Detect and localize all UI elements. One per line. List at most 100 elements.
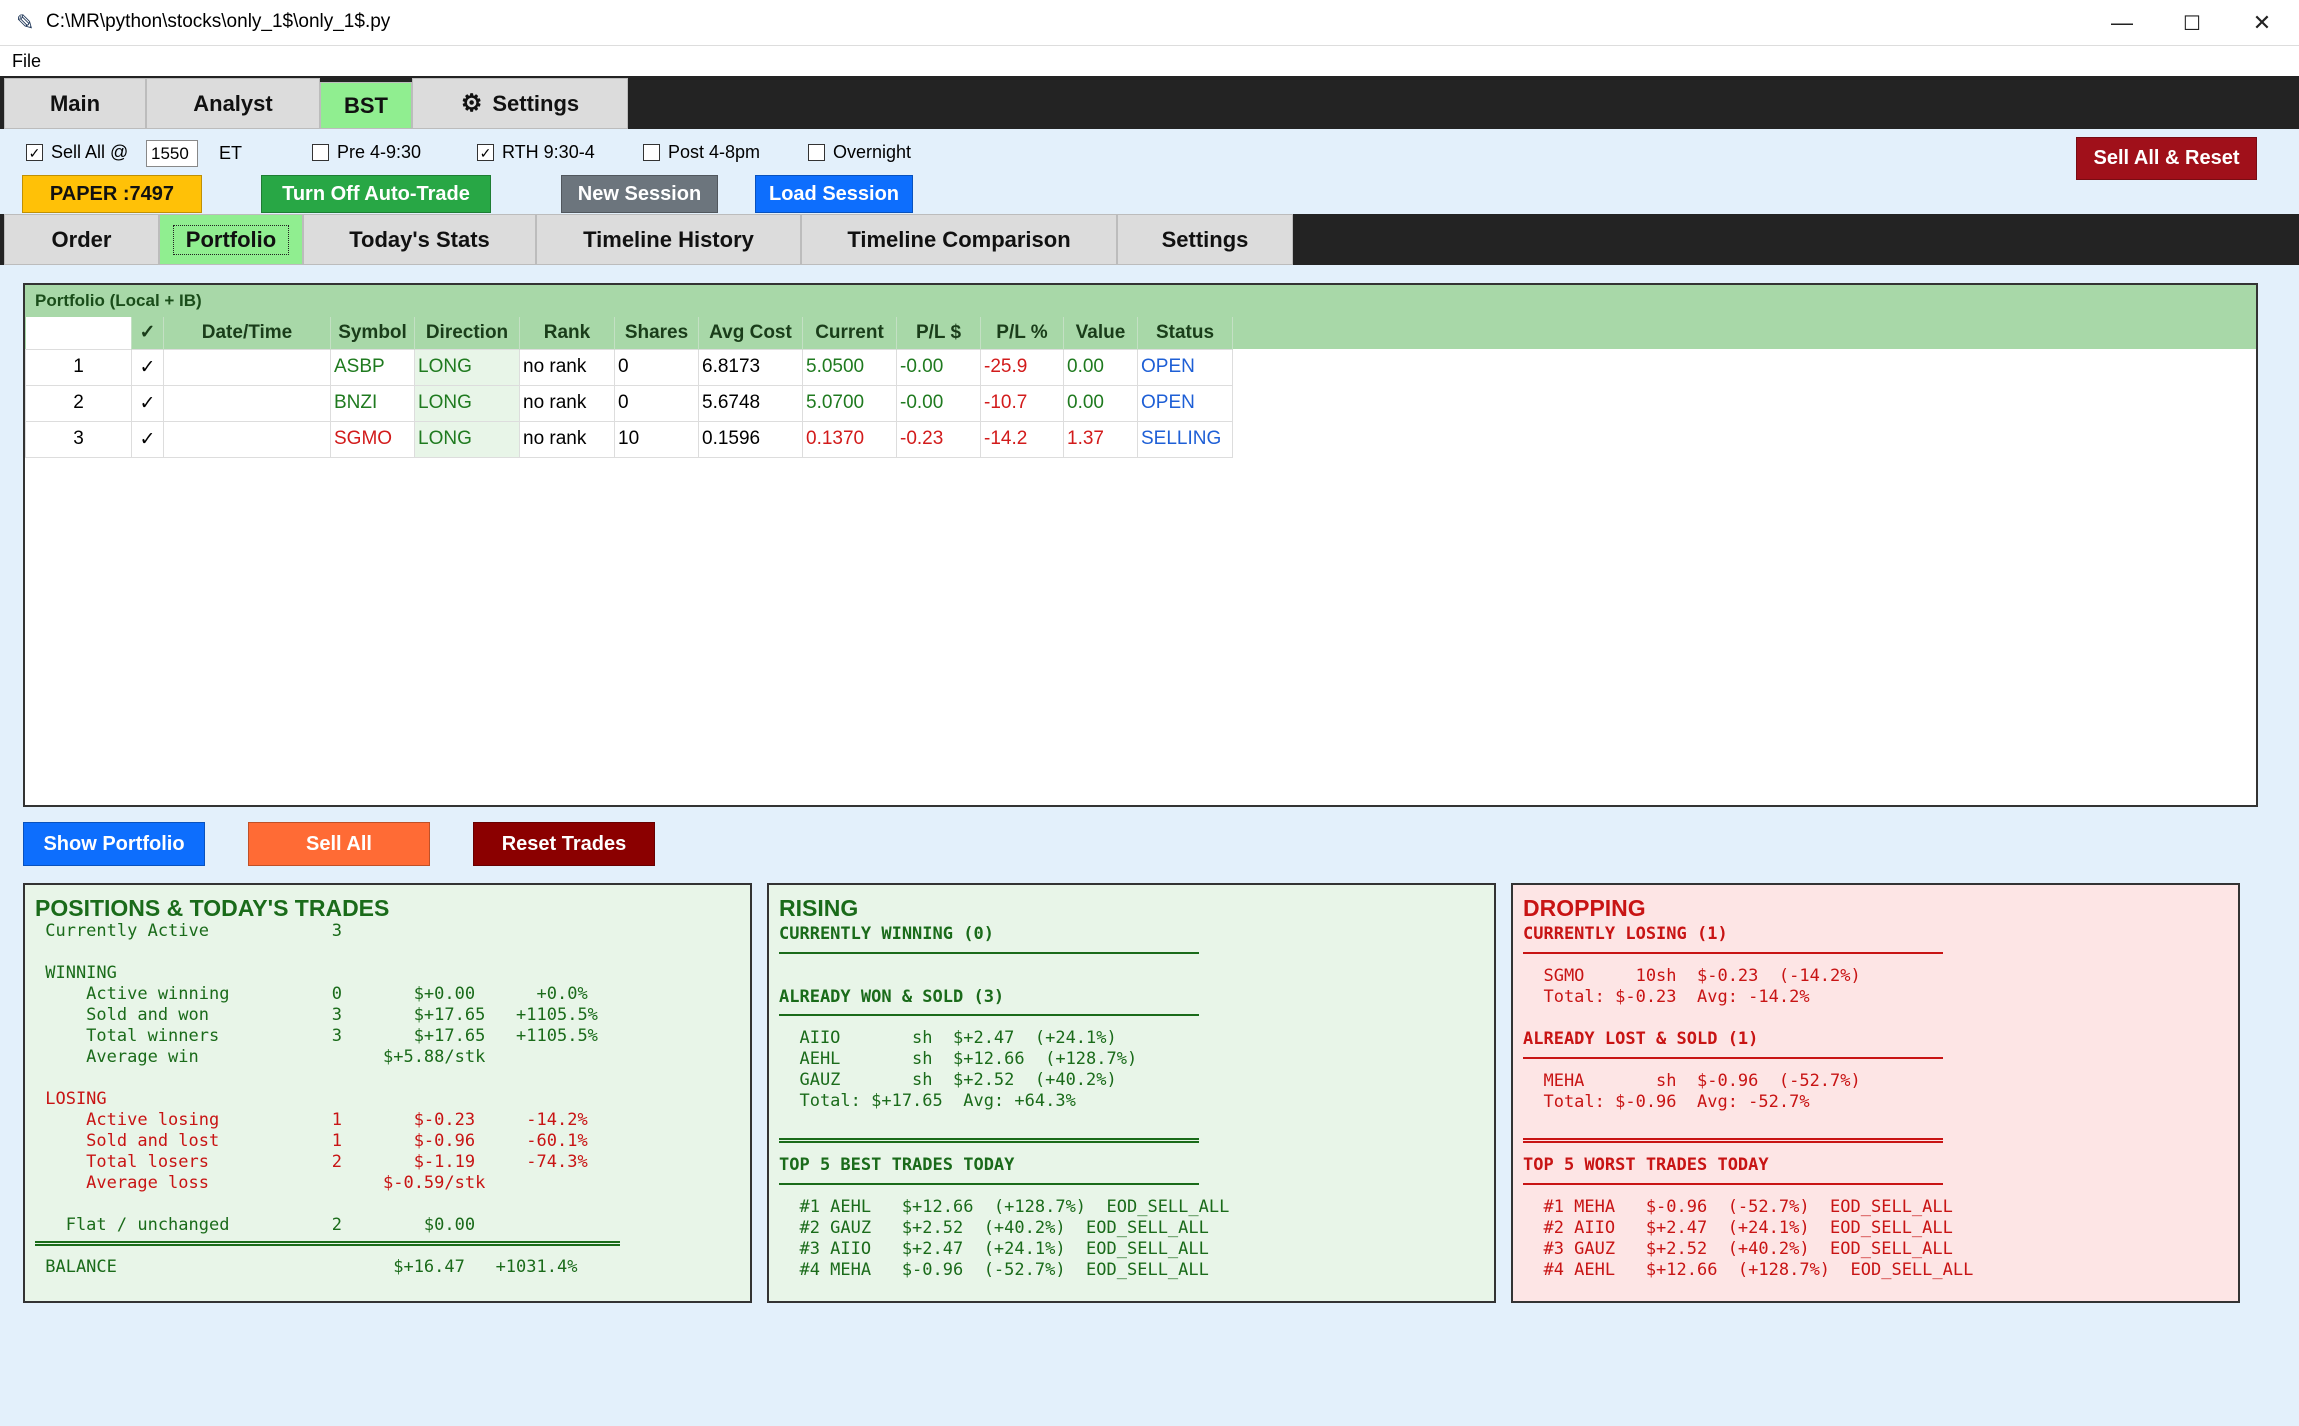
divider — [779, 1183, 1199, 1185]
text-line: #3 AIIO $+2.47 (+24.1%) EOD_SELL_ALL — [779, 1239, 1209, 1259]
text-line: SGMO 10sh $-0.23 (-14.2%) — [1523, 966, 1861, 986]
tab-main[interactable]: Main — [4, 78, 146, 129]
title-bar: ✎ C:\MR\python\stocks\only_1$\only_1$.py… — [0, 0, 2299, 46]
text-line: Active winning 0 $+0.00 +0.0% — [35, 984, 588, 1004]
tab-bst[interactable]: BST — [320, 82, 412, 129]
pre-market-label: Pre 4-9:30 — [337, 142, 422, 162]
row-value: 0.00 — [1063, 384, 1138, 422]
currently-winning-heading: CURRENTLY WINNING (0) — [779, 924, 994, 944]
post-market-label: Post 4-8pm — [668, 142, 761, 162]
column-header-symbol[interactable]: Symbol — [330, 317, 415, 349]
sell-all-reset-button[interactable]: Sell All & Reset — [2076, 137, 2257, 180]
sell-all-checkbox[interactable]: ✓ Sell All @ — [26, 142, 128, 163]
row-direction: LONG — [414, 420, 520, 458]
sell-all-button[interactable]: Sell All — [248, 822, 430, 866]
paper-account-button[interactable]: PAPER :7497 — [22, 175, 202, 213]
close-button[interactable]: ✕ — [2227, 0, 2297, 46]
text-line: #2 AIIO $+2.47 (+24.1%) EOD_SELL_ALL — [1523, 1218, 1953, 1238]
text-line: Sold and lost 1 $-0.96 -60.1% — [35, 1131, 588, 1151]
text-line: #3 GAUZ $+2.52 (+40.2%) EOD_SELL_ALL — [1523, 1239, 1953, 1259]
checkbox-checked-icon: ✓ — [26, 144, 43, 161]
row-avg-cost: 6.8173 — [698, 348, 803, 386]
dropping-title: DROPPING — [1523, 895, 1646, 921]
tab-todays-stats[interactable]: Today's Stats — [303, 214, 536, 265]
column-header-shares[interactable]: Shares — [614, 317, 699, 349]
tab-portfolio-label: Portfolio — [172, 224, 290, 255]
tab-timeline-history[interactable]: Timeline History — [536, 214, 801, 265]
column-header-pl-percent[interactable]: P/L % — [980, 317, 1064, 349]
show-portfolio-button[interactable]: Show Portfolio — [23, 822, 205, 866]
load-session-button[interactable]: Load Session — [755, 175, 913, 213]
text-line: GAUZ sh $+2.52 (+40.2%) — [779, 1070, 1117, 1090]
row-pl-percent: -14.2 — [980, 420, 1064, 458]
column-header-datetime[interactable]: Date/Time — [163, 317, 331, 349]
row-check[interactable]: ✓ — [131, 348, 164, 386]
rth-checkbox[interactable]: ✓ RTH 9:30-4 — [477, 142, 595, 163]
row-check[interactable]: ✓ — [131, 384, 164, 422]
column-header-value[interactable]: Value — [1063, 317, 1138, 349]
checkbox-empty-icon — [643, 144, 660, 161]
row-status: SELLING — [1137, 420, 1233, 458]
overnight-checkbox[interactable]: Overnight — [808, 142, 911, 163]
portfolio-title: Portfolio (Local + IB) — [35, 291, 202, 310]
row-shares: 10 — [614, 420, 699, 458]
reset-trades-button[interactable]: Reset Trades — [473, 822, 655, 866]
sell-all-time-input[interactable] — [146, 140, 198, 167]
row-current: 0.1370 — [802, 420, 897, 458]
row-pl-percent: -10.7 — [980, 384, 1064, 422]
text-line: Average loss $-0.59/stk — [35, 1173, 486, 1193]
rth-label: RTH 9:30-4 — [502, 142, 595, 162]
row-pl-percent: -25.9 — [980, 348, 1064, 386]
divider — [779, 1014, 1199, 1016]
post-market-checkbox[interactable]: Post 4-8pm — [643, 142, 760, 163]
row-index: 1 — [25, 348, 132, 386]
tab-analyst[interactable]: Analyst — [146, 78, 320, 129]
table-header-row: ✓ Date/Time Symbol Direction Rank Shares… — [25, 317, 1233, 349]
divider — [1523, 1057, 1943, 1059]
table-row[interactable]: 3 ✓ SGMO LONG no rank 10 0.1596 0.1370 -… — [25, 420, 1233, 458]
column-header-current[interactable]: Current — [802, 317, 897, 349]
text-line: #2 GAUZ $+2.52 (+40.2%) EOD_SELL_ALL — [779, 1218, 1209, 1238]
row-datetime — [163, 420, 331, 458]
tab-order[interactable]: Order — [4, 214, 159, 265]
row-symbol: BNZI — [330, 384, 415, 422]
tab-settings[interactable]: ⚙ Settings — [412, 78, 628, 129]
row-datetime — [163, 384, 331, 422]
row-rank: no rank — [519, 420, 615, 458]
sell-all-label: Sell All @ — [51, 142, 129, 162]
column-header-direction[interactable]: Direction — [414, 317, 520, 349]
new-session-button[interactable]: New Session — [561, 175, 718, 213]
tab-timeline-comparison[interactable]: Timeline Comparison — [801, 214, 1117, 265]
tab-settings-label: Settings — [492, 90, 580, 116]
row-check[interactable]: ✓ — [131, 420, 164, 458]
divider — [1523, 952, 1943, 954]
minimize-button[interactable]: — — [2087, 0, 2157, 46]
row-datetime — [163, 348, 331, 386]
pre-market-checkbox[interactable]: Pre 4-9:30 — [312, 142, 421, 163]
window-title: C:\MR\python\stocks\only_1$\only_1$.py — [46, 11, 391, 32]
top-best-heading: TOP 5 BEST TRADES TODAY — [779, 1155, 1015, 1175]
text-line: WINNING — [35, 963, 117, 983]
table-row[interactable]: 2 ✓ BNZI LONG no rank 0 5.6748 5.0700 -0… — [25, 384, 1233, 422]
menu-bar: File — [0, 46, 2299, 76]
text-line: AIIO sh $+2.47 (+24.1%) — [779, 1028, 1117, 1048]
column-header-avg-cost[interactable]: Avg Cost — [698, 317, 803, 349]
row-current: 5.0700 — [802, 384, 897, 422]
row-value: 0.00 — [1063, 348, 1138, 386]
menu-file[interactable]: File — [12, 51, 41, 72]
row-direction: LONG — [414, 348, 520, 386]
text-line: BALANCE $+16.47 +1031.4% — [35, 1257, 578, 1277]
column-header-status[interactable]: Status — [1137, 317, 1233, 349]
tab-sub-settings[interactable]: Settings — [1117, 214, 1293, 265]
maximize-button[interactable]: ☐ — [2157, 0, 2227, 46]
column-header-rank[interactable]: Rank — [519, 317, 615, 349]
column-header-pl-dollar[interactable]: P/L $ — [896, 317, 981, 349]
table-row[interactable]: 1 ✓ ASBP LONG no rank 0 6.8173 5.0500 -0… — [25, 348, 1233, 386]
app-window: { "window": {"title": "C:\\MR\\python\\s… — [0, 0, 2299, 1426]
auto-trade-toggle-button[interactable]: Turn Off Auto-Trade — [261, 175, 491, 213]
overnight-label: Overnight — [833, 142, 912, 162]
column-header-check[interactable]: ✓ — [131, 317, 164, 349]
portfolio-frame: Portfolio (Local + IB) ✓ Date/Time Symbo… — [23, 283, 2258, 807]
row-direction: LONG — [414, 384, 520, 422]
tab-portfolio[interactable]: Portfolio — [159, 214, 303, 265]
